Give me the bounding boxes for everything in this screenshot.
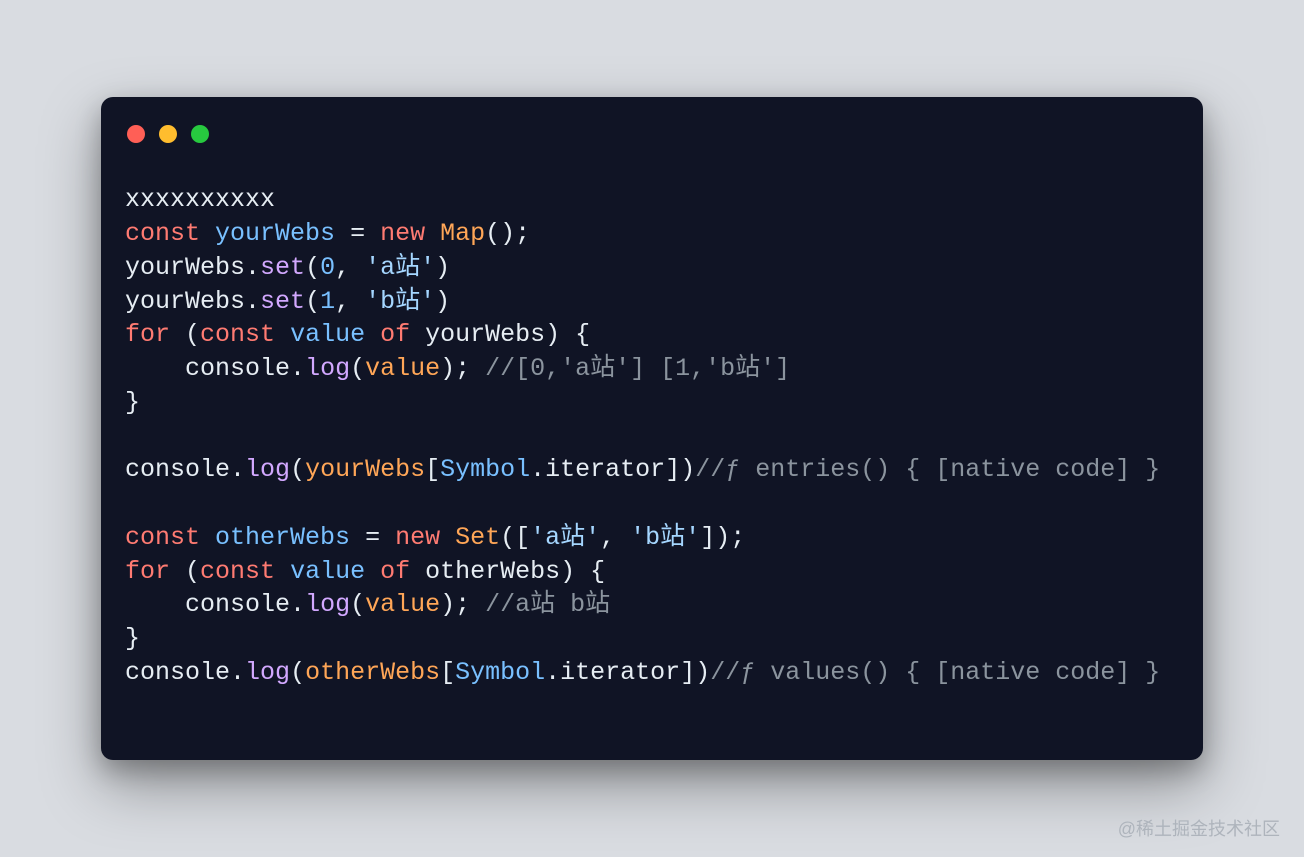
argument: otherWebs: [305, 658, 440, 687]
number: 1: [320, 287, 335, 316]
punctuation: ]): [680, 658, 710, 687]
punctuation: );: [440, 590, 485, 619]
operator: =: [350, 523, 395, 552]
punctuation: ) {: [545, 320, 590, 349]
punctuation: ();: [485, 219, 530, 248]
keyword-const: const: [125, 219, 200, 248]
string: 'b站': [365, 287, 435, 316]
class-name: Set: [455, 523, 500, 552]
string: 'b站': [630, 523, 700, 552]
function-call: log: [305, 590, 350, 619]
keyword-new: new: [380, 219, 425, 248]
punctuation: [: [425, 455, 440, 484]
function-call: log: [305, 354, 350, 383]
punctuation: ,: [600, 523, 630, 552]
keyword-for: for: [125, 557, 170, 586]
class-name: Map: [440, 219, 485, 248]
punctuation: (: [170, 320, 200, 349]
keyword-for: for: [125, 320, 170, 349]
punctuation: (: [170, 557, 200, 586]
variable: value: [290, 557, 365, 586]
punctuation: ]);: [700, 523, 745, 552]
operator: =: [335, 219, 380, 248]
punctuation: ]): [665, 455, 695, 484]
identifier: console: [185, 354, 290, 383]
punctuation: ): [435, 253, 450, 282]
keyword-of: of: [380, 557, 410, 586]
argument: yourWebs: [305, 455, 425, 484]
identifier: yourWebs: [125, 287, 245, 316]
argument: value: [365, 590, 440, 619]
indent: [125, 590, 185, 619]
comment: //ƒ values() { [native code] }: [710, 658, 1160, 687]
punctuation: .: [290, 354, 305, 383]
string: 'a站': [365, 253, 435, 282]
code-block: xxxxxxxxxx const yourWebs = new Map(); y…: [125, 183, 1179, 689]
code-line: xxxxxxxxxx: [125, 185, 275, 214]
punctuation: );: [440, 354, 485, 383]
punctuation: .: [230, 455, 245, 484]
comment: //ƒ entries() { [native code] }: [695, 455, 1160, 484]
identifier: console: [125, 455, 230, 484]
function-call: set: [260, 253, 305, 282]
punctuation: (: [290, 455, 305, 484]
property: iterator: [545, 455, 665, 484]
brace: }: [125, 388, 140, 417]
variable: yourWebs: [215, 219, 335, 248]
punctuation: (: [305, 287, 320, 316]
traffic-lights: [127, 125, 1179, 143]
punctuation: ): [435, 287, 450, 316]
code-window: xxxxxxxxxx const yourWebs = new Map(); y…: [101, 97, 1203, 759]
comment: //a站 b站: [485, 590, 610, 619]
identifier: yourWebs: [125, 253, 245, 282]
punctuation: ([: [500, 523, 530, 552]
variable: otherWebs: [215, 523, 350, 552]
punctuation: .: [530, 455, 545, 484]
maximize-icon[interactable]: [191, 125, 209, 143]
argument: value: [365, 354, 440, 383]
keyword-new: new: [395, 523, 440, 552]
punctuation: (: [350, 590, 365, 619]
punctuation: [: [440, 658, 455, 687]
punctuation: ) {: [560, 557, 605, 586]
identifier: console: [185, 590, 290, 619]
symbol: Symbol: [440, 455, 530, 484]
function-call: set: [260, 287, 305, 316]
punctuation: .: [290, 590, 305, 619]
function-call: log: [245, 658, 290, 687]
property: iterator: [560, 658, 680, 687]
symbol: Symbol: [455, 658, 545, 687]
function-call: log: [245, 455, 290, 484]
keyword-const: const: [125, 523, 200, 552]
punctuation: .: [545, 658, 560, 687]
keyword-const: const: [200, 320, 275, 349]
variable: value: [290, 320, 365, 349]
brace: }: [125, 624, 140, 653]
punctuation: .: [245, 287, 260, 316]
punctuation: .: [230, 658, 245, 687]
indent: [125, 354, 185, 383]
number: 0: [320, 253, 335, 282]
punctuation: (: [290, 658, 305, 687]
punctuation: (: [350, 354, 365, 383]
identifier: console: [125, 658, 230, 687]
punctuation: ,: [335, 287, 365, 316]
identifier: otherWebs: [425, 557, 560, 586]
punctuation: .: [245, 253, 260, 282]
watermark: @稀土掘金技术社区: [1118, 815, 1280, 841]
string: 'a站': [530, 523, 600, 552]
punctuation: ,: [335, 253, 365, 282]
punctuation: (: [305, 253, 320, 282]
comment: //[0,'a站'] [1,'b站']: [485, 354, 790, 383]
minimize-icon[interactable]: [159, 125, 177, 143]
keyword-of: of: [380, 320, 410, 349]
identifier: yourWebs: [425, 320, 545, 349]
keyword-const: const: [200, 557, 275, 586]
close-icon[interactable]: [127, 125, 145, 143]
